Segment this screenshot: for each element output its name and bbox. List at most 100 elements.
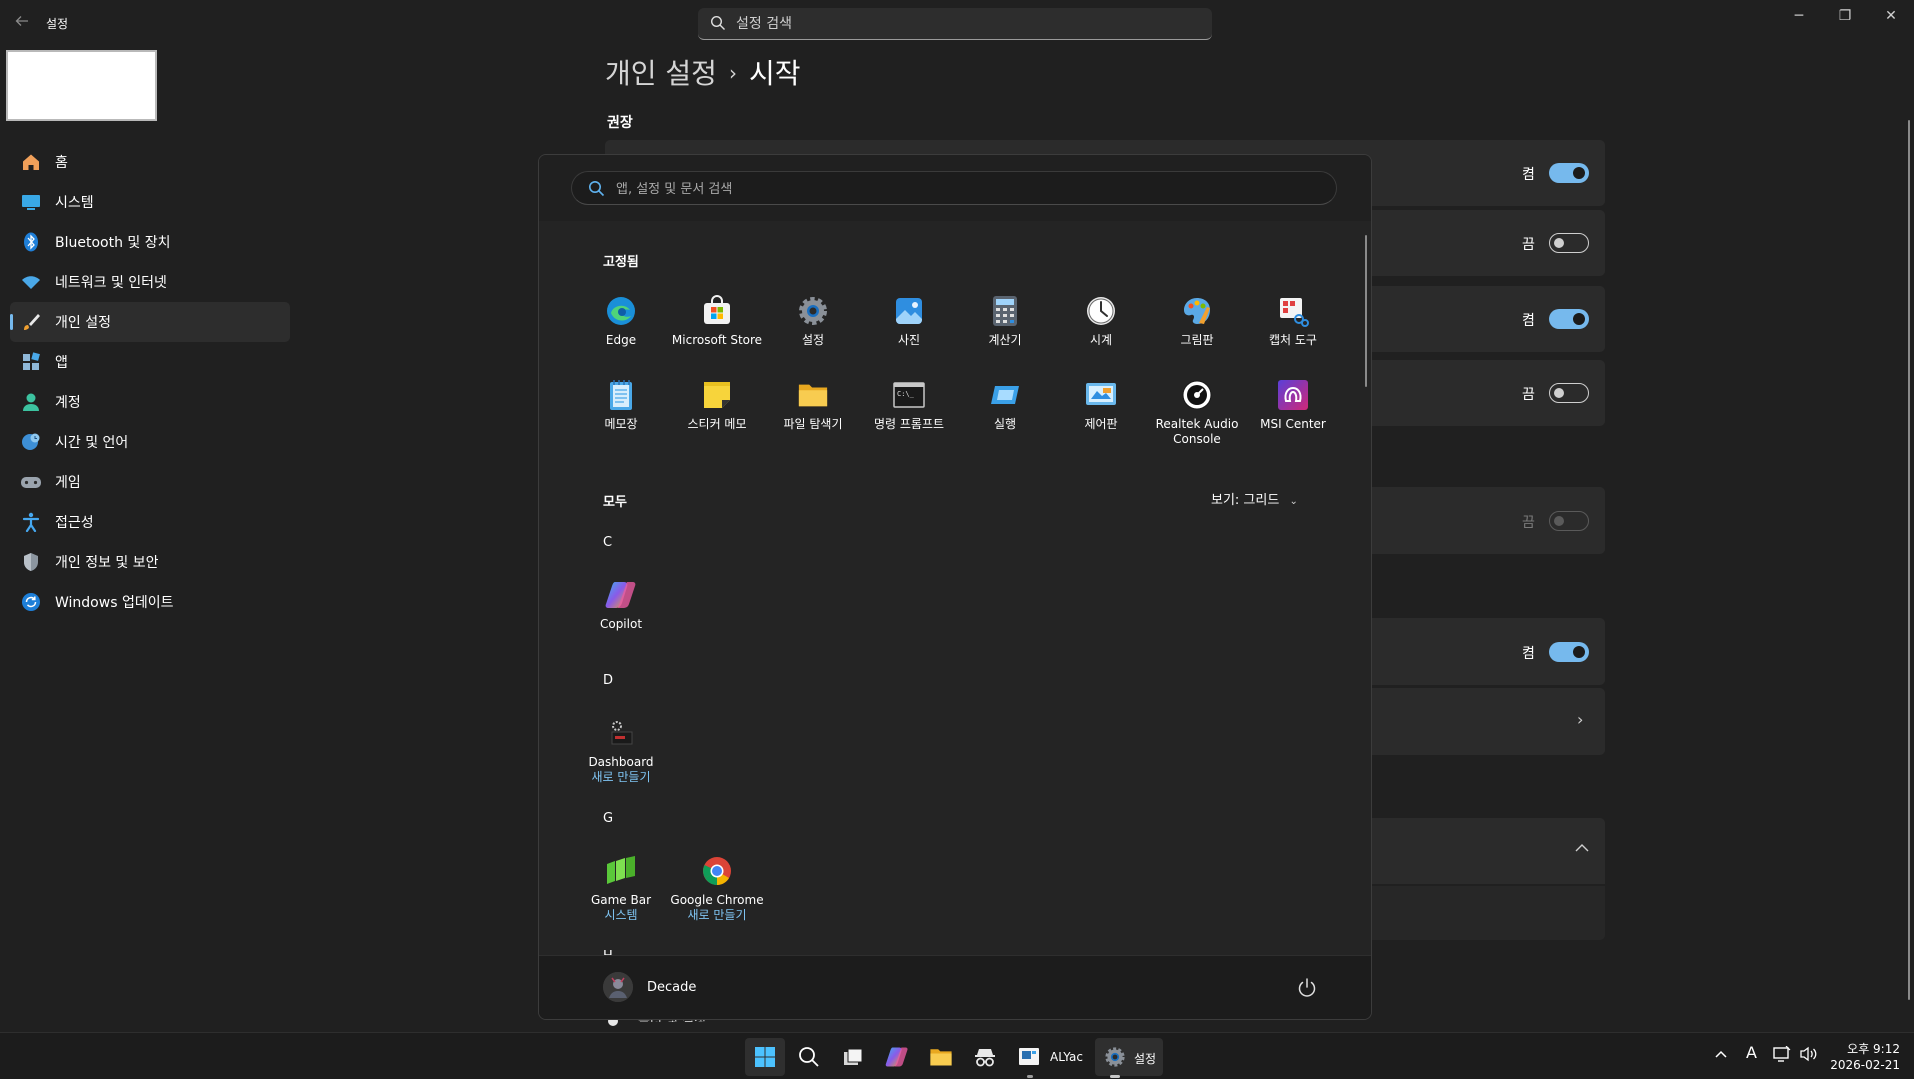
terminal-icon: C:\_ [893, 379, 925, 411]
sidebar-item-apps[interactable]: 앱 [10, 342, 290, 382]
breadcrumb-parent[interactable]: 개인 설정 [605, 57, 717, 90]
back-button[interactable] [8, 10, 36, 36]
app-label: Copilot [599, 617, 643, 631]
sidebar-item-privacy[interactable]: 개인 정보 및 보안 [10, 542, 290, 582]
tray-overflow-chevron-icon[interactable] [1714, 1046, 1728, 1065]
sidebar-item-accounts[interactable]: 계정 [10, 382, 290, 422]
running-indicator [1027, 1075, 1033, 1078]
settings-search-box[interactable] [698, 8, 1212, 40]
power-button[interactable] [1293, 974, 1321, 1002]
sidebar-item-windows-update[interactable]: Windows 업데이트 [10, 582, 290, 622]
pinned-app[interactable]: 설정 [765, 295, 861, 348]
toggle-switch[interactable] [1549, 233, 1589, 253]
start-button[interactable] [745, 1038, 785, 1076]
sidebar-item-label: 게임 [55, 475, 81, 491]
taskbar-file-explorer[interactable] [921, 1038, 961, 1076]
sidebar-item-home[interactable]: 홈 [10, 142, 290, 182]
search-icon [710, 15, 725, 30]
paint-icon [1181, 295, 1213, 327]
toggle-state-label: 끔 [1522, 237, 1535, 253]
user-name[interactable]: Decade [647, 980, 696, 995]
folder-icon [797, 379, 829, 411]
task-view-icon [844, 1048, 863, 1065]
pinned-app[interactable]: Realtek Audio Console [1149, 379, 1245, 447]
volume-icon[interactable] [1799, 1046, 1817, 1066]
app-label: 실행 [993, 417, 1017, 431]
toggle-switch[interactable] [1549, 163, 1589, 183]
pinned-app[interactable]: 파일 탐색기 [765, 379, 861, 432]
sidebar-item-network[interactable]: 네트워크 및 인터넷 [10, 262, 290, 302]
ime-indicator[interactable]: A [1746, 1043, 1757, 1062]
sidebar-item-label: 접근성 [55, 515, 94, 531]
app-label: 메모장 [604, 417, 638, 431]
windows-logo-icon [755, 1047, 775, 1067]
pinned-app[interactable]: 스티커 메모 [669, 379, 765, 432]
pinned-app[interactable]: Edge [573, 295, 669, 348]
app-label: 설정 [801, 333, 825, 347]
taskbar-settings[interactable]: 설정 [1095, 1038, 1163, 1076]
bluetooth-icon [20, 231, 42, 253]
chevron-right-icon: › [1577, 710, 1584, 729]
pinned-app[interactable]: 제어판 [1053, 379, 1149, 432]
toggle-switch[interactable] [1549, 309, 1589, 329]
pinned-app[interactable]: C:\_ 명령 프롬프트 [861, 379, 957, 432]
taskbar-alyac[interactable]: ALYac [1009, 1038, 1089, 1076]
app-list-item[interactable]: Google Chrome 새로 만들기 [669, 855, 765, 923]
title-bar: 설정 ─ ❐ ✕ [0, 0, 1914, 46]
settings-search-input[interactable] [736, 12, 1196, 36]
sidebar-item-gaming[interactable]: 게임 [10, 462, 290, 502]
minimize-button[interactable]: ─ [1776, 0, 1822, 32]
sidebar-item-label: 계정 [55, 395, 81, 411]
sidebar-item-bluetooth[interactable]: Bluetooth 및 장치 [10, 222, 290, 262]
app-list-item[interactable]: Dashboard 새로 만들기 [573, 717, 669, 785]
user-avatar[interactable] [603, 972, 633, 1002]
toggle-state-label: 끔 [1522, 515, 1535, 531]
app-label: Microsoft Store [671, 333, 763, 347]
view-mode-label: 보기: 그리드 [1211, 493, 1280, 508]
app-sublabel: 새로 만들기 [591, 770, 651, 784]
task-view-button[interactable] [833, 1038, 873, 1076]
sidebar-item-accessibility[interactable]: 접근성 [10, 502, 290, 542]
toggle-switch[interactable] [1549, 383, 1589, 403]
pinned-app[interactable]: 메모장 [573, 379, 669, 432]
taskbar-search-button[interactable] [789, 1038, 829, 1076]
breadcrumb-separator: › [728, 61, 737, 85]
start-scrollbar[interactable] [1365, 235, 1367, 387]
toggle-switch[interactable] [1549, 642, 1589, 662]
search-icon [589, 181, 605, 197]
pinned-app[interactable]: Microsoft Store [669, 295, 765, 348]
restore-button[interactable]: ❐ [1822, 0, 1868, 32]
view-mode-button[interactable]: 보기: 그리드 ⌄ [1211, 489, 1298, 508]
group-letter[interactable]: D [603, 673, 613, 688]
app-label: 그림판 [1180, 333, 1214, 347]
start-search-box[interactable] [571, 171, 1337, 205]
app-label: 스티커 메모 [687, 417, 747, 431]
pinned-app[interactable]: 사진 [861, 295, 957, 348]
wifi-icon [20, 271, 42, 293]
group-letter[interactable]: C [603, 535, 612, 550]
profile-card[interactable] [6, 50, 157, 121]
taskbar-incognito-app[interactable] [965, 1038, 1005, 1076]
app-label: 명령 프롬프트 [873, 417, 945, 431]
pinned-app[interactable]: 캡처 도구 [1245, 295, 1341, 348]
sidebar-item-system[interactable]: 시스템 [10, 182, 290, 222]
group-letter[interactable]: G [603, 811, 613, 826]
toggle-state-label: 켬 [1522, 313, 1535, 329]
clock[interactable]: 오후 9:12 2026-02-21 [1830, 1041, 1900, 1073]
back-arrow-icon [15, 16, 28, 26]
taskbar-copilot[interactable] [877, 1038, 917, 1076]
pinned-app[interactable]: 그림판 [1149, 295, 1245, 348]
pinned-app[interactable]: 시계 [1053, 295, 1149, 348]
content-scrollbar[interactable] [1908, 120, 1910, 1000]
snipping-tool-icon [1277, 295, 1309, 327]
app-list-item[interactable]: Game Bar 시스템 [573, 855, 669, 923]
app-list-item[interactable]: Copilot [573, 579, 669, 632]
pinned-app[interactable]: 실행 [957, 379, 1053, 432]
network-icon[interactable] [1773, 1045, 1791, 1066]
pinned-app[interactable]: MSI Center [1245, 379, 1341, 432]
pinned-app[interactable]: 계산기 [957, 295, 1053, 348]
close-button[interactable]: ✕ [1868, 0, 1914, 32]
start-search-input[interactable] [616, 178, 1316, 200]
sidebar-item-personalization[interactable]: 개인 설정 [10, 302, 290, 342]
sidebar-item-time-language[interactable]: 시간 및 언어 [10, 422, 290, 462]
